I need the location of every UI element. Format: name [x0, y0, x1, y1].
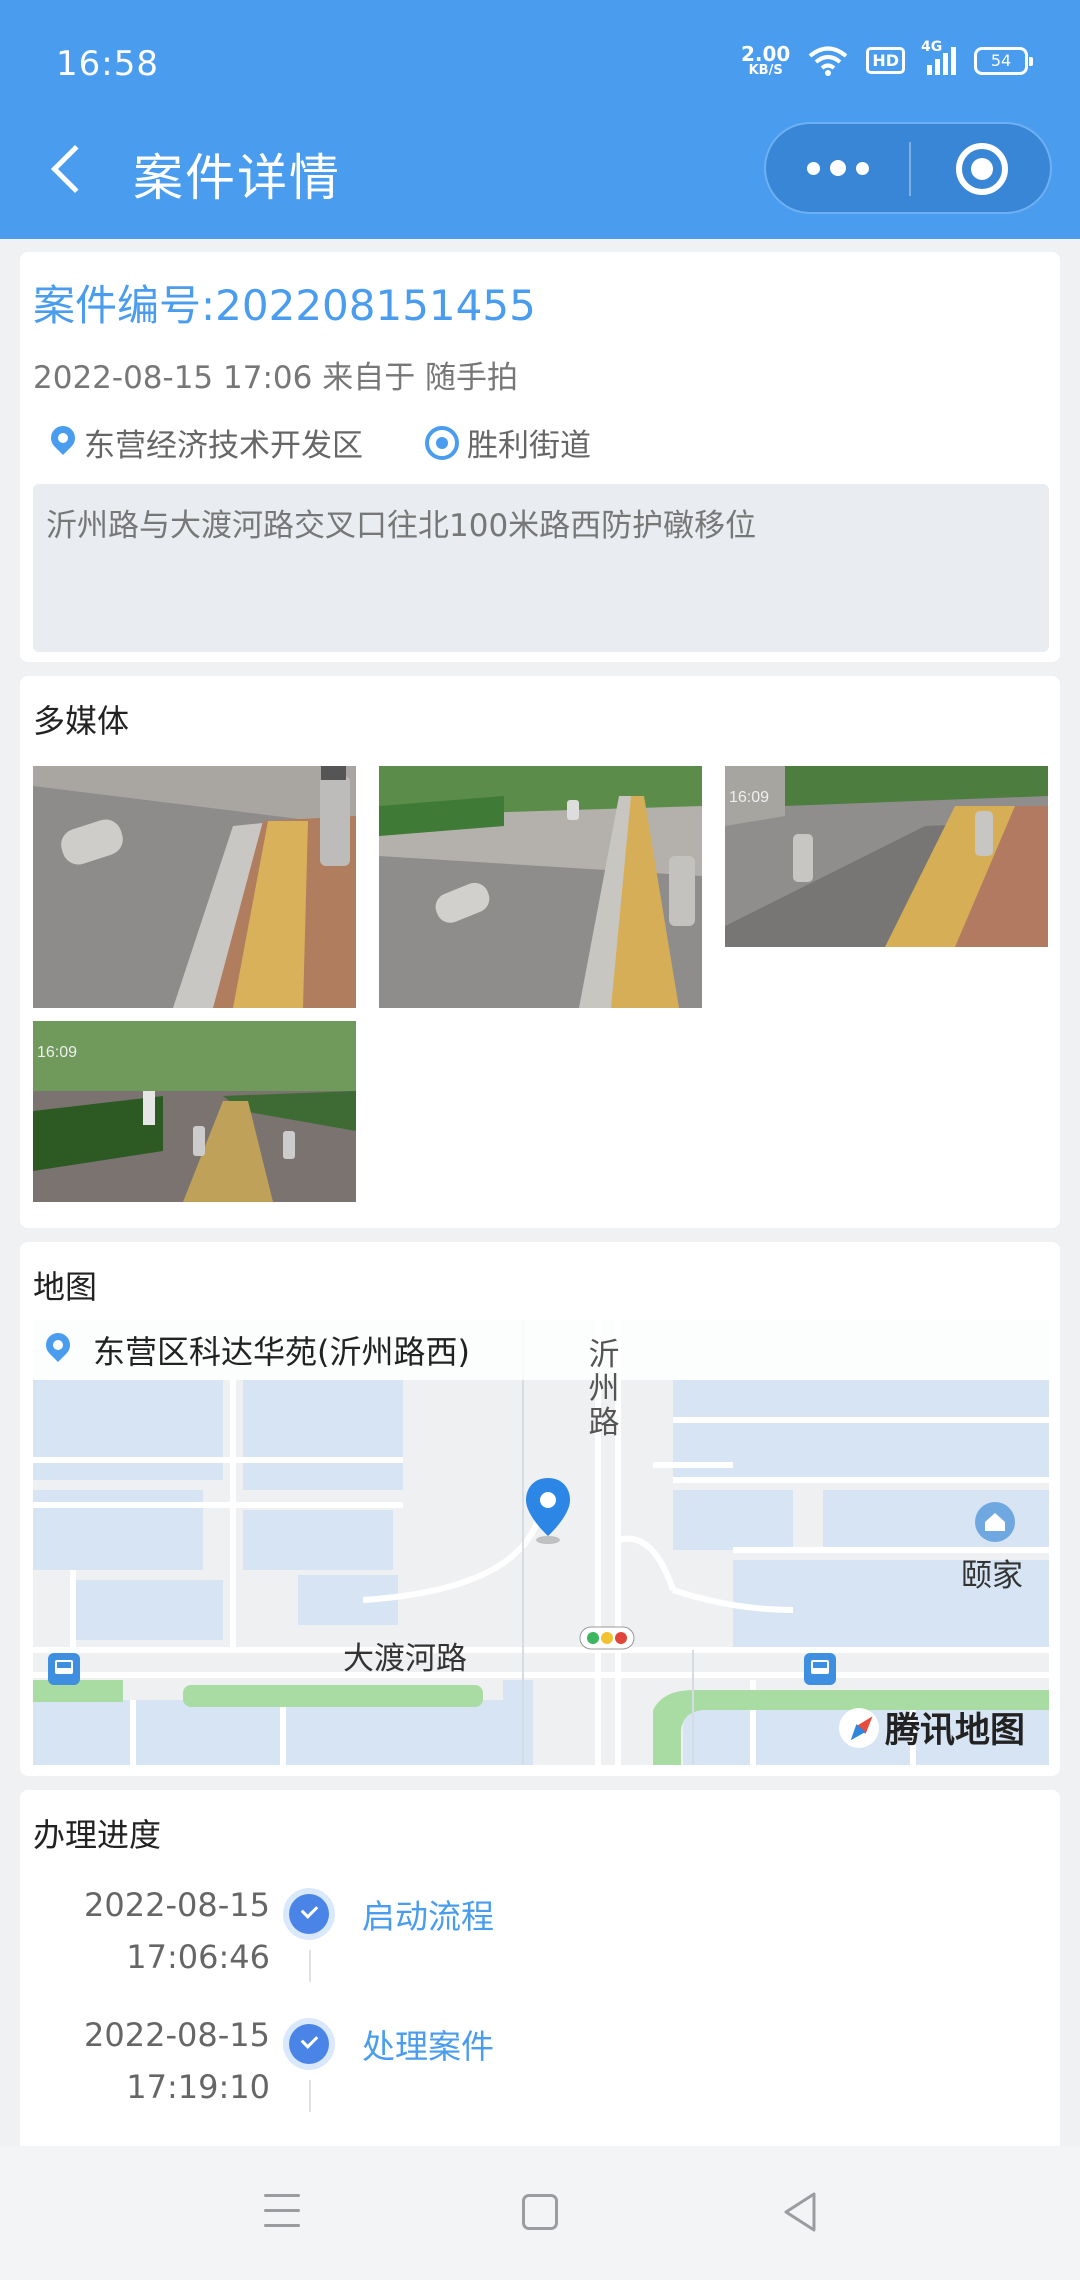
wifi-icon: [809, 46, 848, 76]
case-number: 案件编号:202208151455: [33, 281, 536, 330]
progress-step-date: 2022-08-15: [84, 1886, 270, 1924]
signal-label: 4G: [921, 38, 943, 55]
network-speed-value: 2.00: [740, 42, 791, 66]
system-nav-bar: [0, 2146, 1080, 2280]
close-target-icon[interactable]: [956, 143, 1008, 195]
bus-stop-icon: [48, 1653, 80, 1685]
check-circle-icon: [283, 2018, 335, 2070]
chevron-left-icon: [50, 144, 100, 194]
street-label: 胜利街道: [467, 428, 591, 464]
map-address: 东营区科达华苑(沂州路西): [93, 1333, 470, 1371]
progress-step-time: 17:06:46: [126, 1938, 270, 1976]
home-button[interactable]: [522, 2194, 558, 2230]
map-provider-name: 腾讯地图: [884, 1711, 1025, 1751]
compass-icon: [838, 1707, 879, 1748]
photo-timestamp: 16:09: [37, 1044, 77, 1061]
media-photo-3[interactable]: 16:09: [725, 766, 1048, 947]
map-provider-logo: 腾讯地图: [838, 1702, 1025, 1753]
traffic-light-icon: [579, 1626, 635, 1650]
case-description: 沂州路与大渡河路交叉口往北100米路西防护礅移位: [33, 484, 1049, 652]
map-card: 地图 东营区科达华苑(沂州路西) 沂州路 大渡河路 颐家 腾讯地图: [20, 1242, 1060, 1776]
network-speed: 2.00 KB/S: [741, 44, 790, 77]
back-button[interactable]: [40, 130, 100, 210]
map-view[interactable]: 东营区科达华苑(沂州路西) 沂州路 大渡河路 颐家 腾讯地图: [33, 1320, 1049, 1765]
mini-program-capsule: [764, 122, 1052, 214]
media-card: 多媒体 16:09 16:09: [20, 676, 1060, 1228]
more-button[interactable]: [766, 124, 909, 212]
location-row: 东营经济技术开发区 胜利街道: [50, 420, 591, 465]
bus-stop-icon: [804, 1653, 836, 1685]
progress-title: 办理进度: [33, 1816, 162, 1854]
case-info-card: 案件编号:202208151455 2022-08-15 17:06 来自于 随…: [20, 252, 1060, 662]
map-title: 地图: [33, 1268, 98, 1306]
map-marker-icon[interactable]: [523, 1476, 573, 1546]
top-bar: 16:58 2.00 KB/S HD 4G 54 案件详情: [0, 0, 1080, 239]
check-circle-icon: [283, 1888, 335, 1940]
map-road-label-horizontal: 大渡河路: [343, 1641, 467, 1677]
target-icon: [425, 425, 459, 460]
poi-home-icon: [975, 1502, 1015, 1542]
battery-icon: 54: [974, 46, 1033, 75]
progress-step-label: 启动流程: [362, 1897, 494, 1936]
location-pin-icon: [50, 426, 76, 460]
media-photo-4[interactable]: 16:09: [33, 1021, 356, 1202]
signal-icon: 4G: [921, 39, 956, 75]
media-title: 多媒体: [33, 702, 130, 740]
media-photo-2[interactable]: [379, 766, 702, 1008]
map-road-label-vertical: 沂州路: [588, 1337, 620, 1441]
district-label: 东营经济技术开发区: [84, 428, 363, 464]
progress-step-label: 处理案件: [362, 2027, 494, 2066]
more-dot-icon: [806, 161, 820, 175]
network-speed-unit: KB/S: [748, 63, 783, 78]
map-address-bar: 东营区科达华苑(沂州路西): [33, 1320, 1049, 1380]
page-title: 案件详情: [133, 149, 341, 207]
battery-level: 54: [990, 51, 1012, 70]
progress-connector: [309, 1950, 311, 1982]
progress-step-time: 17:19:10: [126, 2068, 270, 2106]
map-poi-label: 颐家: [961, 1558, 1023, 1594]
more-dot-icon: [855, 161, 869, 175]
status-icons: 2.00 KB/S HD 4G 54: [741, 39, 1033, 77]
photo-timestamp: 16:09: [729, 789, 769, 806]
progress-connector: [309, 2080, 311, 2112]
case-meta: 2022-08-15 17:06 来自于 随手拍: [33, 360, 519, 396]
status-time: 16:58: [56, 44, 159, 84]
hd-icon: HD: [866, 47, 905, 74]
location-pin-icon: [45, 1333, 71, 1367]
back-triangle-icon[interactable]: [780, 2190, 820, 2234]
media-photo-1[interactable]: [33, 766, 356, 1008]
recent-apps-button[interactable]: [264, 2194, 300, 2228]
progress-step-date: 2022-08-15: [84, 2016, 270, 2054]
capsule-divider: [909, 142, 911, 196]
more-dot-icon: [829, 160, 846, 176]
